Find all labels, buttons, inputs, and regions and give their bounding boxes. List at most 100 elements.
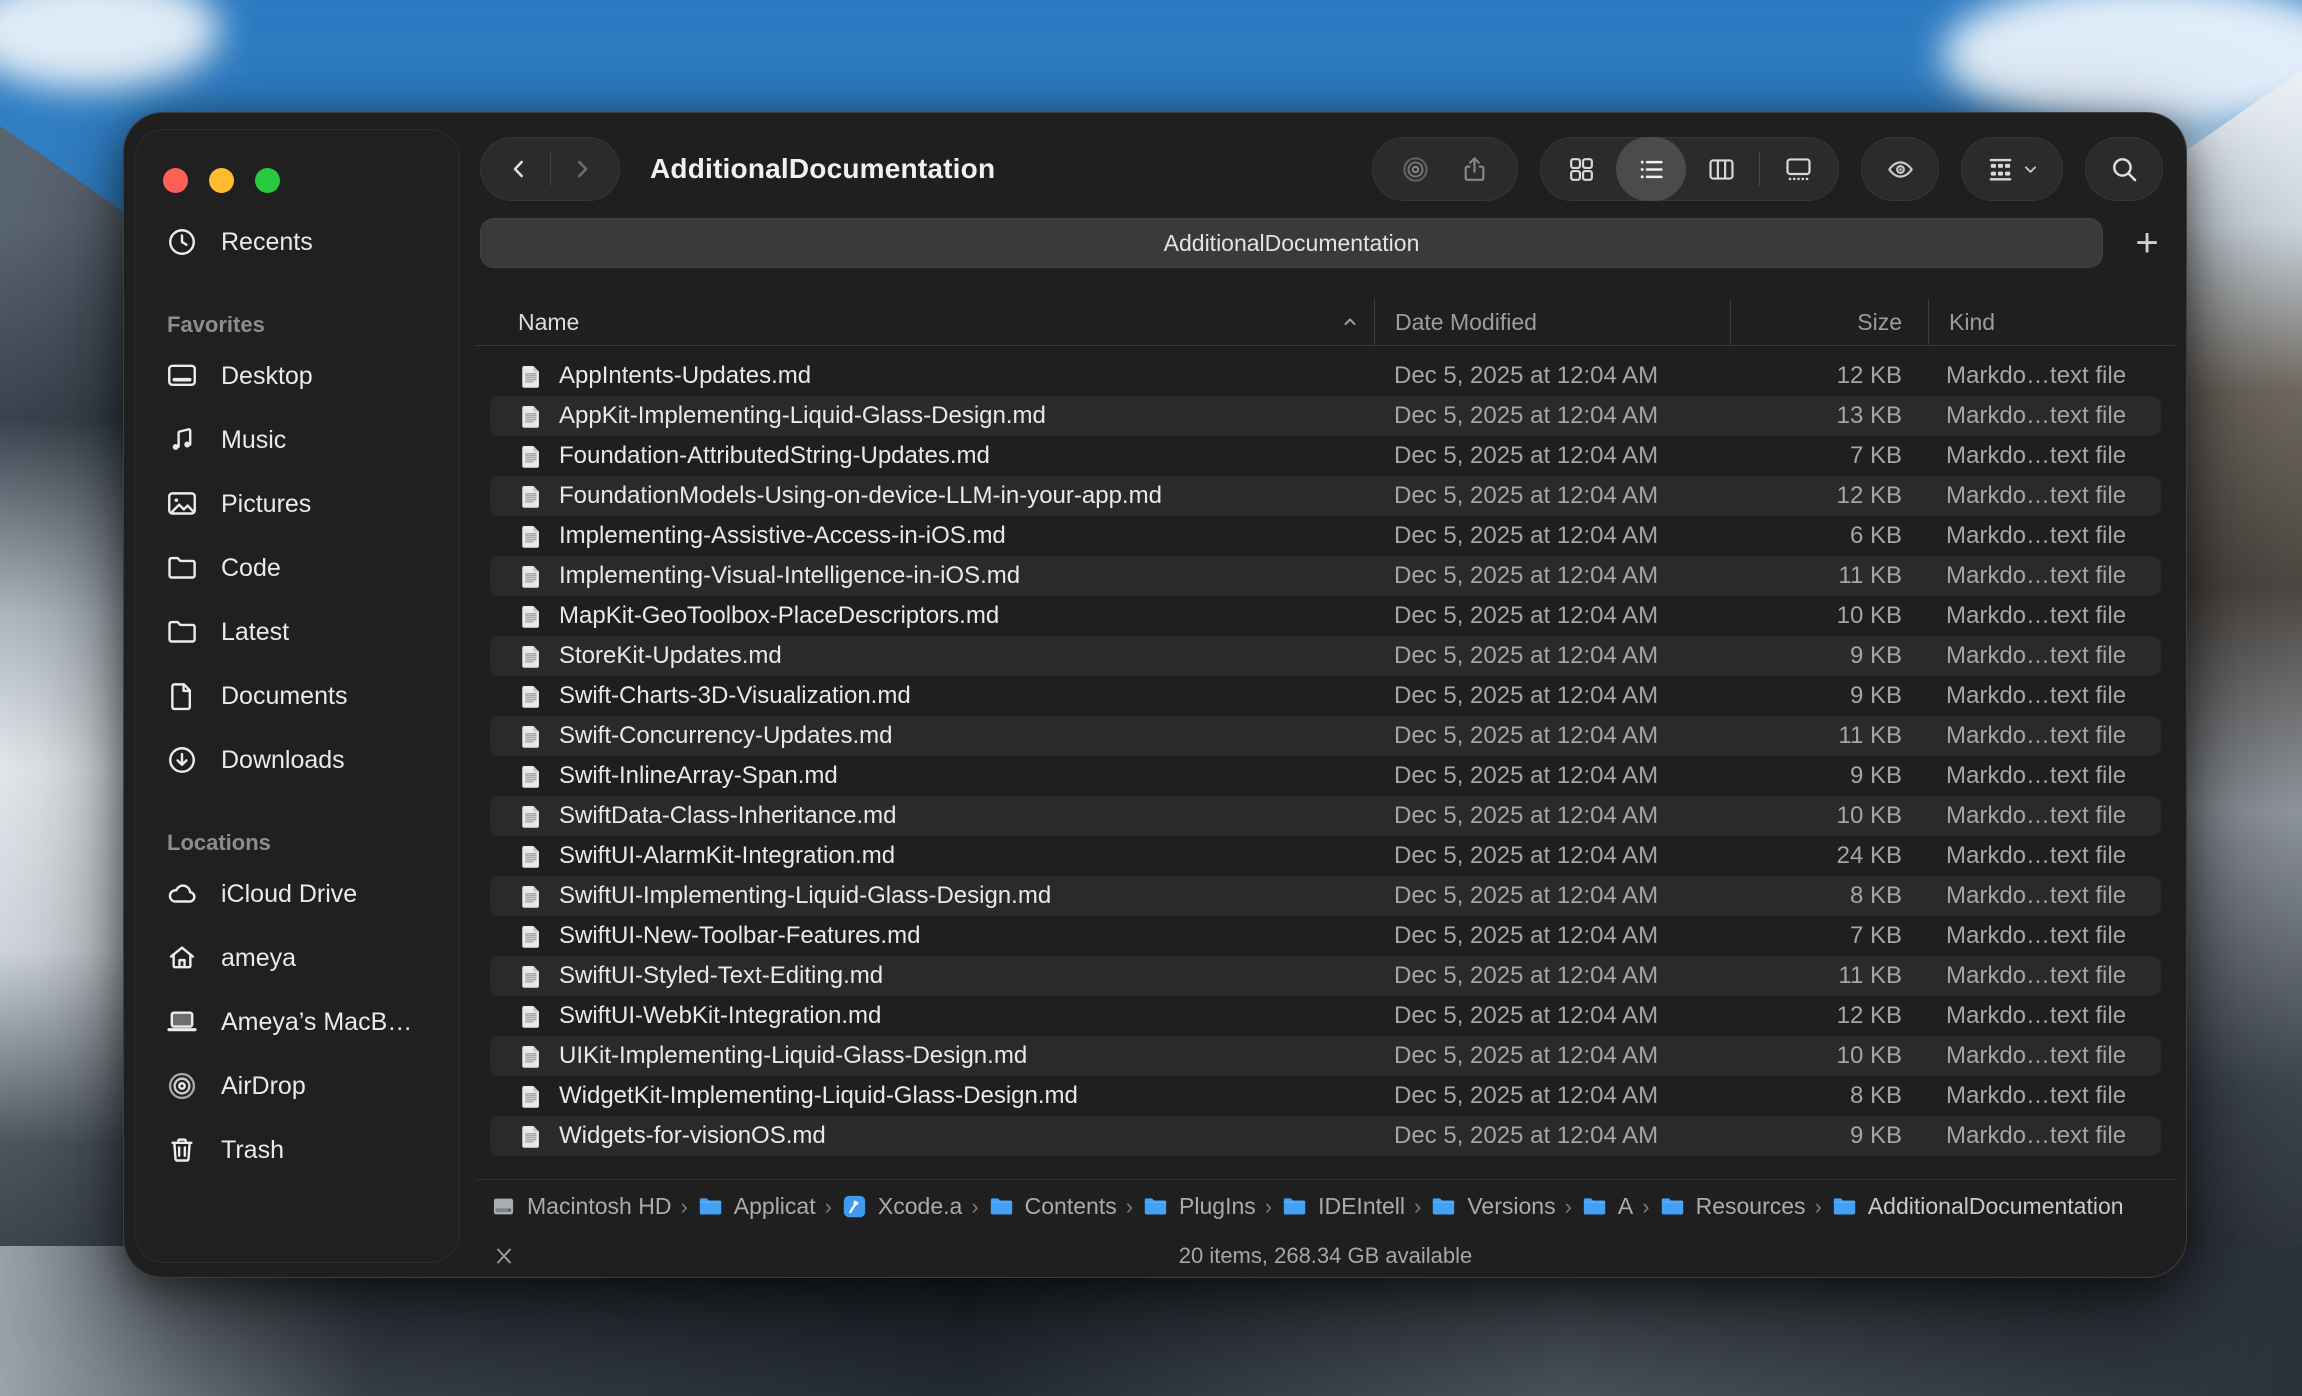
- file-name: AppKit-Implementing-Liquid-Glass-Design.…: [559, 402, 1046, 430]
- divider: [476, 345, 2175, 346]
- file-name: UIKit-Implementing-Liquid-Glass-Design.m…: [559, 1042, 1027, 1070]
- minimize-button[interactable]: [209, 168, 234, 193]
- view-columns-button[interactable]: [1686, 137, 1756, 201]
- file-kind: Markdo…text file: [1928, 1042, 2161, 1070]
- folder-blue-icon: [1659, 1193, 1686, 1220]
- photo-icon: [165, 487, 199, 521]
- path-separator: ›: [680, 1194, 687, 1220]
- file-size: 12 KB: [1730, 482, 1928, 510]
- path-segment-contents[interactable]: Contents: [988, 1193, 1117, 1220]
- share-button[interactable]: [1459, 154, 1490, 185]
- sidebar: Recents Favorites Desktop Music Pictures…: [134, 129, 460, 1263]
- file-size: 9 KB: [1730, 1122, 1928, 1150]
- file-kind: Markdo…text file: [1928, 682, 2161, 710]
- column-header-name[interactable]: Name: [490, 299, 1374, 345]
- file-row[interactable]: FoundationModels-Using-on-device-LLM-in-…: [490, 476, 2161, 516]
- close-button[interactable]: [163, 168, 188, 193]
- file-row[interactable]: StoreKit-Updates.md Dec 5, 2025 at 12:04…: [490, 636, 2161, 676]
- back-button[interactable]: [488, 137, 550, 201]
- path-segment-plugins[interactable]: PlugIns: [1142, 1193, 1256, 1220]
- file-date-modified: Dec 5, 2025 at 12:04 AM: [1374, 1082, 1730, 1110]
- file-date-modified: Dec 5, 2025 at 12:04 AM: [1374, 722, 1730, 750]
- airdrop-button[interactable]: [1400, 154, 1431, 185]
- file-row[interactable]: AppKit-Implementing-Liquid-Glass-Design.…: [490, 396, 2161, 436]
- path-segment-resources[interactable]: Resources: [1659, 1193, 1806, 1220]
- sidebar-list: Recents Favorites Desktop Music Pictures…: [135, 210, 459, 1182]
- file-name: Foundation-AttributedString-Updates.md: [559, 442, 990, 470]
- column-header-date-modified[interactable]: Date Modified: [1374, 299, 1730, 345]
- file-row[interactable]: AppIntents-Updates.md Dec 5, 2025 at 12:…: [490, 356, 2161, 396]
- path-separator: ›: [1126, 1194, 1133, 1220]
- file-row[interactable]: Swift-InlineArray-Span.md Dec 5, 2025 at…: [490, 756, 2161, 796]
- file-kind: Markdo…text file: [1928, 602, 2161, 630]
- view-gallery-button[interactable]: [1763, 137, 1833, 201]
- file-row[interactable]: SwiftUI-Implementing-Liquid-Glass-Design…: [490, 876, 2161, 916]
- sidebar-item-downloads[interactable]: Downloads: [165, 728, 443, 792]
- sidebar-item-desktop[interactable]: Desktop: [165, 344, 443, 408]
- file-name: SwiftUI-AlarmKit-Integration.md: [559, 842, 895, 870]
- file-date-modified: Dec 5, 2025 at 12:04 AM: [1374, 962, 1730, 990]
- file-row[interactable]: SwiftUI-WebKit-Integration.md Dec 5, 202…: [490, 996, 2161, 1036]
- file-row[interactable]: SwiftData-Class-Inheritance.md Dec 5, 20…: [490, 796, 2161, 836]
- file-size: 12 KB: [1730, 362, 1928, 390]
- sidebar-item-latest[interactable]: Latest: [165, 600, 443, 664]
- cloud-shape: [0, 0, 220, 90]
- file-row[interactable]: Foundation-AttributedString-Updates.md D…: [490, 436, 2161, 476]
- file-kind: Markdo…text file: [1928, 482, 2161, 510]
- file-row[interactable]: UIKit-Implementing-Liquid-Glass-Design.m…: [490, 1036, 2161, 1076]
- tab-bar: AdditionalDocumentation +: [480, 217, 2175, 269]
- sidebar-item-ameya-s-macb[interactable]: Ameya’s MacB…: [165, 990, 443, 1054]
- path-segment-additionaldocumentation[interactable]: AdditionalDocumentation: [1831, 1193, 2124, 1220]
- search-button[interactable]: [2085, 137, 2163, 201]
- path-segment-xcode-a[interactable]: Xcode.a: [841, 1193, 962, 1220]
- tab-additional-documentation[interactable]: AdditionalDocumentation: [480, 218, 2103, 268]
- file-name: Widgets-for-visionOS.md: [559, 1122, 826, 1150]
- sidebar-section-header: Favorites: [167, 312, 443, 338]
- file-row[interactable]: SwiftUI-New-Toolbar-Features.md Dec 5, 2…: [490, 916, 2161, 956]
- sidebar-item-trash[interactable]: Trash: [165, 1118, 443, 1182]
- path-segment-ideintell[interactable]: IDEIntell: [1281, 1193, 1405, 1220]
- view-list-button[interactable]: [1616, 137, 1686, 201]
- quick-look-button[interactable]: [1861, 137, 1939, 201]
- file-kind: Markdo…text file: [1928, 762, 2161, 790]
- file-row[interactable]: Swift-Charts-3D-Visualization.md Dec 5, …: [490, 676, 2161, 716]
- sidebar-item-pictures[interactable]: Pictures: [165, 472, 443, 536]
- file-name: AppIntents-Updates.md: [559, 362, 811, 390]
- group-by-button[interactable]: [1961, 137, 2063, 201]
- file-row[interactable]: Implementing-Visual-Intelligence-in-iOS.…: [490, 556, 2161, 596]
- markdown-file-icon: [518, 603, 545, 630]
- file-kind: Markdo…text file: [1928, 1122, 2161, 1150]
- path-segment-a[interactable]: A: [1581, 1193, 1633, 1220]
- forward-button[interactable]: [551, 137, 613, 201]
- sidebar-item-documents[interactable]: Documents: [165, 664, 443, 728]
- view-icons-button[interactable]: [1546, 137, 1616, 201]
- path-segment-versions[interactable]: Versions: [1430, 1193, 1555, 1220]
- column-header-kind[interactable]: Kind: [1928, 299, 2161, 345]
- file-row[interactable]: MapKit-GeoToolbox-PlaceDescriptors.md De…: [490, 596, 2161, 636]
- sidebar-item-music[interactable]: Music: [165, 408, 443, 472]
- sidebar-item-ameya[interactable]: ameya: [165, 926, 443, 990]
- sidebar-item-code[interactable]: Code: [165, 536, 443, 600]
- sidebar-item-recents[interactable]: Recents: [165, 210, 443, 274]
- file-row[interactable]: Implementing-Assistive-Access-in-iOS.md …: [490, 516, 2161, 556]
- markdown-file-icon: [518, 883, 545, 910]
- file-date-modified: Dec 5, 2025 at 12:04 AM: [1374, 362, 1730, 390]
- file-row[interactable]: SwiftUI-AlarmKit-Integration.md Dec 5, 2…: [490, 836, 2161, 876]
- file-kind: Markdo…text file: [1928, 442, 2161, 470]
- file-name: Implementing-Visual-Intelligence-in-iOS.…: [559, 562, 1020, 590]
- path-segment-macintosh-hd[interactable]: Macintosh HD: [490, 1193, 671, 1220]
- path-segment-applicat[interactable]: Applicat: [697, 1193, 816, 1220]
- grid-view-icon: [1566, 154, 1597, 185]
- file-row[interactable]: SwiftUI-Styled-Text-Editing.md Dec 5, 20…: [490, 956, 2161, 996]
- sidebar-item-airdrop[interactable]: AirDrop: [165, 1054, 443, 1118]
- file-row[interactable]: Swift-Concurrency-Updates.md Dec 5, 2025…: [490, 716, 2161, 756]
- file-size: 10 KB: [1730, 802, 1928, 830]
- markdown-file-icon: [518, 963, 545, 990]
- path-separator: ›: [1642, 1194, 1649, 1220]
- file-row[interactable]: WidgetKit-Implementing-Liquid-Glass-Desi…: [490, 1076, 2161, 1116]
- file-row[interactable]: Widgets-for-visionOS.md Dec 5, 2025 at 1…: [490, 1116, 2161, 1156]
- column-header-size[interactable]: Size: [1730, 299, 1928, 345]
- sidebar-item-icloud-drive[interactable]: iCloud Drive: [165, 862, 443, 926]
- zoom-button[interactable]: [255, 168, 280, 193]
- new-tab-button[interactable]: +: [2119, 218, 2175, 268]
